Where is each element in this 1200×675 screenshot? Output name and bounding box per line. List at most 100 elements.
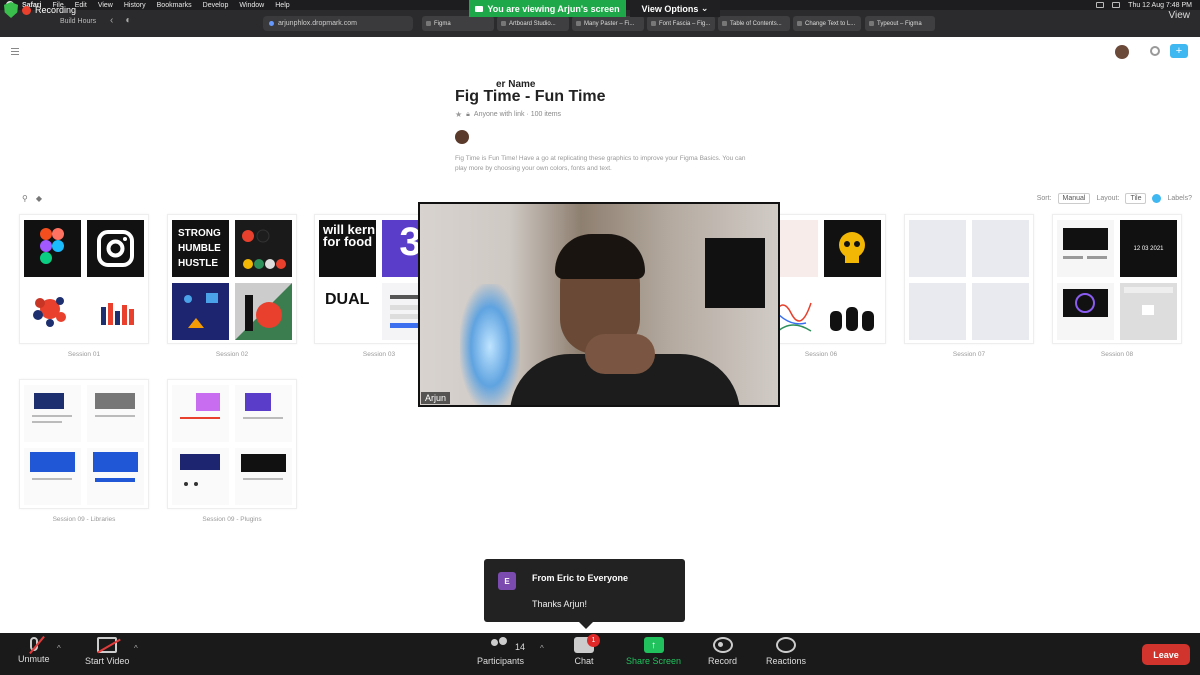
participants-icon	[490, 637, 511, 653]
collection-card-session-01[interactable]	[19, 214, 149, 344]
record-button[interactable]: Record	[708, 637, 737, 666]
leave-button[interactable]: Leave	[1142, 644, 1190, 665]
placeholder-thumb	[909, 283, 966, 340]
will-kern-for-food-thumb: will kern for food	[319, 220, 376, 277]
strong-humble-hustle-thumb: STRONG HUMBLE HUSTLE	[172, 220, 229, 277]
plugin-ui-thumb	[235, 448, 292, 505]
placeholder-thumb	[972, 220, 1029, 277]
meeting-control-bar: Unmute ^ Start Video ^ Participants 14 ^…	[0, 633, 1200, 675]
view-button[interactable]: View	[1169, 10, 1191, 21]
camera-icon	[475, 5, 484, 12]
placeholder-thumb	[909, 220, 966, 277]
menu-history[interactable]: History	[124, 2, 146, 9]
layout-select[interactable]: Tile	[1125, 193, 1147, 204]
back-arrow-icon[interactable]: ‹	[110, 15, 113, 26]
collection-card-session-09-plugins[interactable]	[167, 379, 297, 509]
menu-view[interactable]: View	[98, 2, 113, 9]
browser-tab[interactable]: Artboard Studio...	[497, 16, 569, 31]
labels-checkbox[interactable]	[1152, 194, 1162, 203]
bar-chart-thumb	[87, 283, 144, 340]
layout-label: Layout:	[1096, 195, 1120, 202]
star-icon[interactable]: ★	[455, 110, 462, 119]
page-title[interactable]: Fig Time - Fun Time	[455, 88, 606, 106]
collection-card-label[interactable]: Session 09 - Libraries	[19, 516, 149, 523]
collection-card-session-09-libraries[interactable]	[19, 379, 149, 509]
collection-card-label[interactable]: Session 02	[167, 351, 297, 358]
collection-card-label[interactable]: Session 01	[19, 351, 149, 358]
dark-ui-thumb	[1057, 220, 1114, 277]
placeholder-thumb	[972, 283, 1029, 340]
address-bar-url: arjunphlox.dropmark.com	[278, 20, 357, 27]
record-dot-icon	[22, 5, 31, 15]
video-off-icon	[97, 637, 118, 653]
browser-tab[interactable]: Table of Contents...	[718, 16, 790, 31]
battery-icon[interactable]	[1096, 2, 1105, 8]
audio-options-caret-icon[interactable]: ^	[57, 644, 61, 653]
gear-icon[interactable]	[1150, 46, 1160, 56]
filter-toolbar: ⚲ ◆	[22, 194, 42, 203]
search-icon[interactable]: ⚲	[22, 194, 28, 203]
site-favicon-icon	[269, 21, 274, 26]
recording-indicator: Recording	[4, 2, 76, 18]
thumb-text-humble: HUMBLE	[178, 243, 221, 254]
plugin-ui-thumb	[235, 385, 292, 442]
avatar[interactable]	[1115, 45, 1129, 59]
participants-label: Participants	[477, 656, 525, 666]
plugin-ui-thumb	[172, 448, 229, 505]
start-video-button[interactable]: Start Video	[85, 637, 129, 666]
browser-tab[interactable]: Figma	[422, 16, 494, 31]
menu-help[interactable]: Help	[275, 2, 289, 9]
clock[interactable]: Thu 12 Aug 7:48 PM	[1128, 2, 1192, 9]
wifi-icon[interactable]	[1112, 2, 1121, 8]
browser-tab[interactable]: Many Paster – Fi...	[572, 16, 644, 31]
video-person-hands	[585, 334, 655, 374]
address-bar[interactable]: arjunphlox.dropmark.com	[263, 16, 413, 31]
collection-card-label[interactable]: Session 07	[904, 351, 1034, 358]
collection-card-label[interactable]: Session 08	[1052, 351, 1182, 358]
library-ui-thumb	[87, 385, 144, 442]
video-options-caret-icon[interactable]: ^	[134, 644, 138, 653]
plugin-ui-thumb	[172, 385, 229, 442]
share-screen-button[interactable]: ↑ Share Screen	[626, 637, 681, 666]
collection-card-label[interactable]: Session 09 - Plugins	[167, 516, 297, 523]
participants-options-caret-icon[interactable]: ^	[540, 644, 544, 653]
library-ui-thumb	[87, 448, 144, 505]
menu-icon[interactable]	[11, 48, 19, 55]
sort-select[interactable]: Manual	[1057, 193, 1091, 204]
menu-develop[interactable]: Develop	[203, 2, 229, 9]
menu-edit[interactable]: Edit	[75, 2, 87, 9]
chat-notification[interactable]: E From Eric to Everyone Thanks Arjun!	[484, 559, 685, 629]
reactions-button[interactable]: Reactions	[766, 637, 806, 666]
thumb-text-hustle: HUSTLE	[178, 258, 218, 269]
library-ui-thumb	[24, 385, 81, 442]
sender-avatar: E	[498, 572, 516, 590]
emoji-icon	[776, 637, 797, 653]
share-screen-label: Share Screen	[626, 656, 682, 666]
browser-tab[interactable]: Font Fascia – Fig...	[647, 16, 715, 31]
sidebar-group-label[interactable]: Build Hours	[60, 18, 96, 25]
browser-tab[interactable]: Change Text to L...	[793, 16, 861, 31]
add-button[interactable]: +	[1170, 44, 1188, 58]
figma-logo-thumb	[24, 220, 81, 277]
chat-label: Chat	[574, 656, 594, 666]
collection-card-session-08[interactable]: 12 03 2021	[1052, 214, 1182, 344]
view-options-button[interactable]: View Options ⌄	[630, 0, 720, 17]
owner-avatar[interactable]	[455, 130, 469, 144]
collection-description: Fig Time is Fun Time! Have a go at repli…	[455, 155, 746, 172]
screen-share-banner: You are viewing Arjun's screen	[469, 0, 626, 17]
participant-name-label: Arjun	[421, 392, 451, 404]
speaker-video[interactable]: Arjun	[418, 202, 780, 407]
menu-window[interactable]: Window	[239, 2, 264, 9]
recording-label: Recording	[35, 5, 77, 15]
start-video-label: Start Video	[85, 656, 130, 666]
video-lamp-glow	[460, 284, 520, 405]
collection-card-session-02[interactable]: STRONG HUMBLE HUSTLE	[167, 214, 297, 344]
browser-tab[interactable]: Typeout – Figma	[865, 16, 935, 31]
shield-privacy-icon[interactable]: ◐	[125, 15, 131, 26]
unmute-button[interactable]: Unmute	[18, 637, 50, 664]
view-options-label: View Options	[641, 3, 699, 14]
collection-card-session-07[interactable]	[904, 214, 1034, 344]
menu-bookmarks[interactable]: Bookmarks	[157, 2, 192, 9]
chevron-down-icon: ⌄	[700, 3, 709, 13]
tag-icon[interactable]: ◆	[36, 194, 42, 203]
